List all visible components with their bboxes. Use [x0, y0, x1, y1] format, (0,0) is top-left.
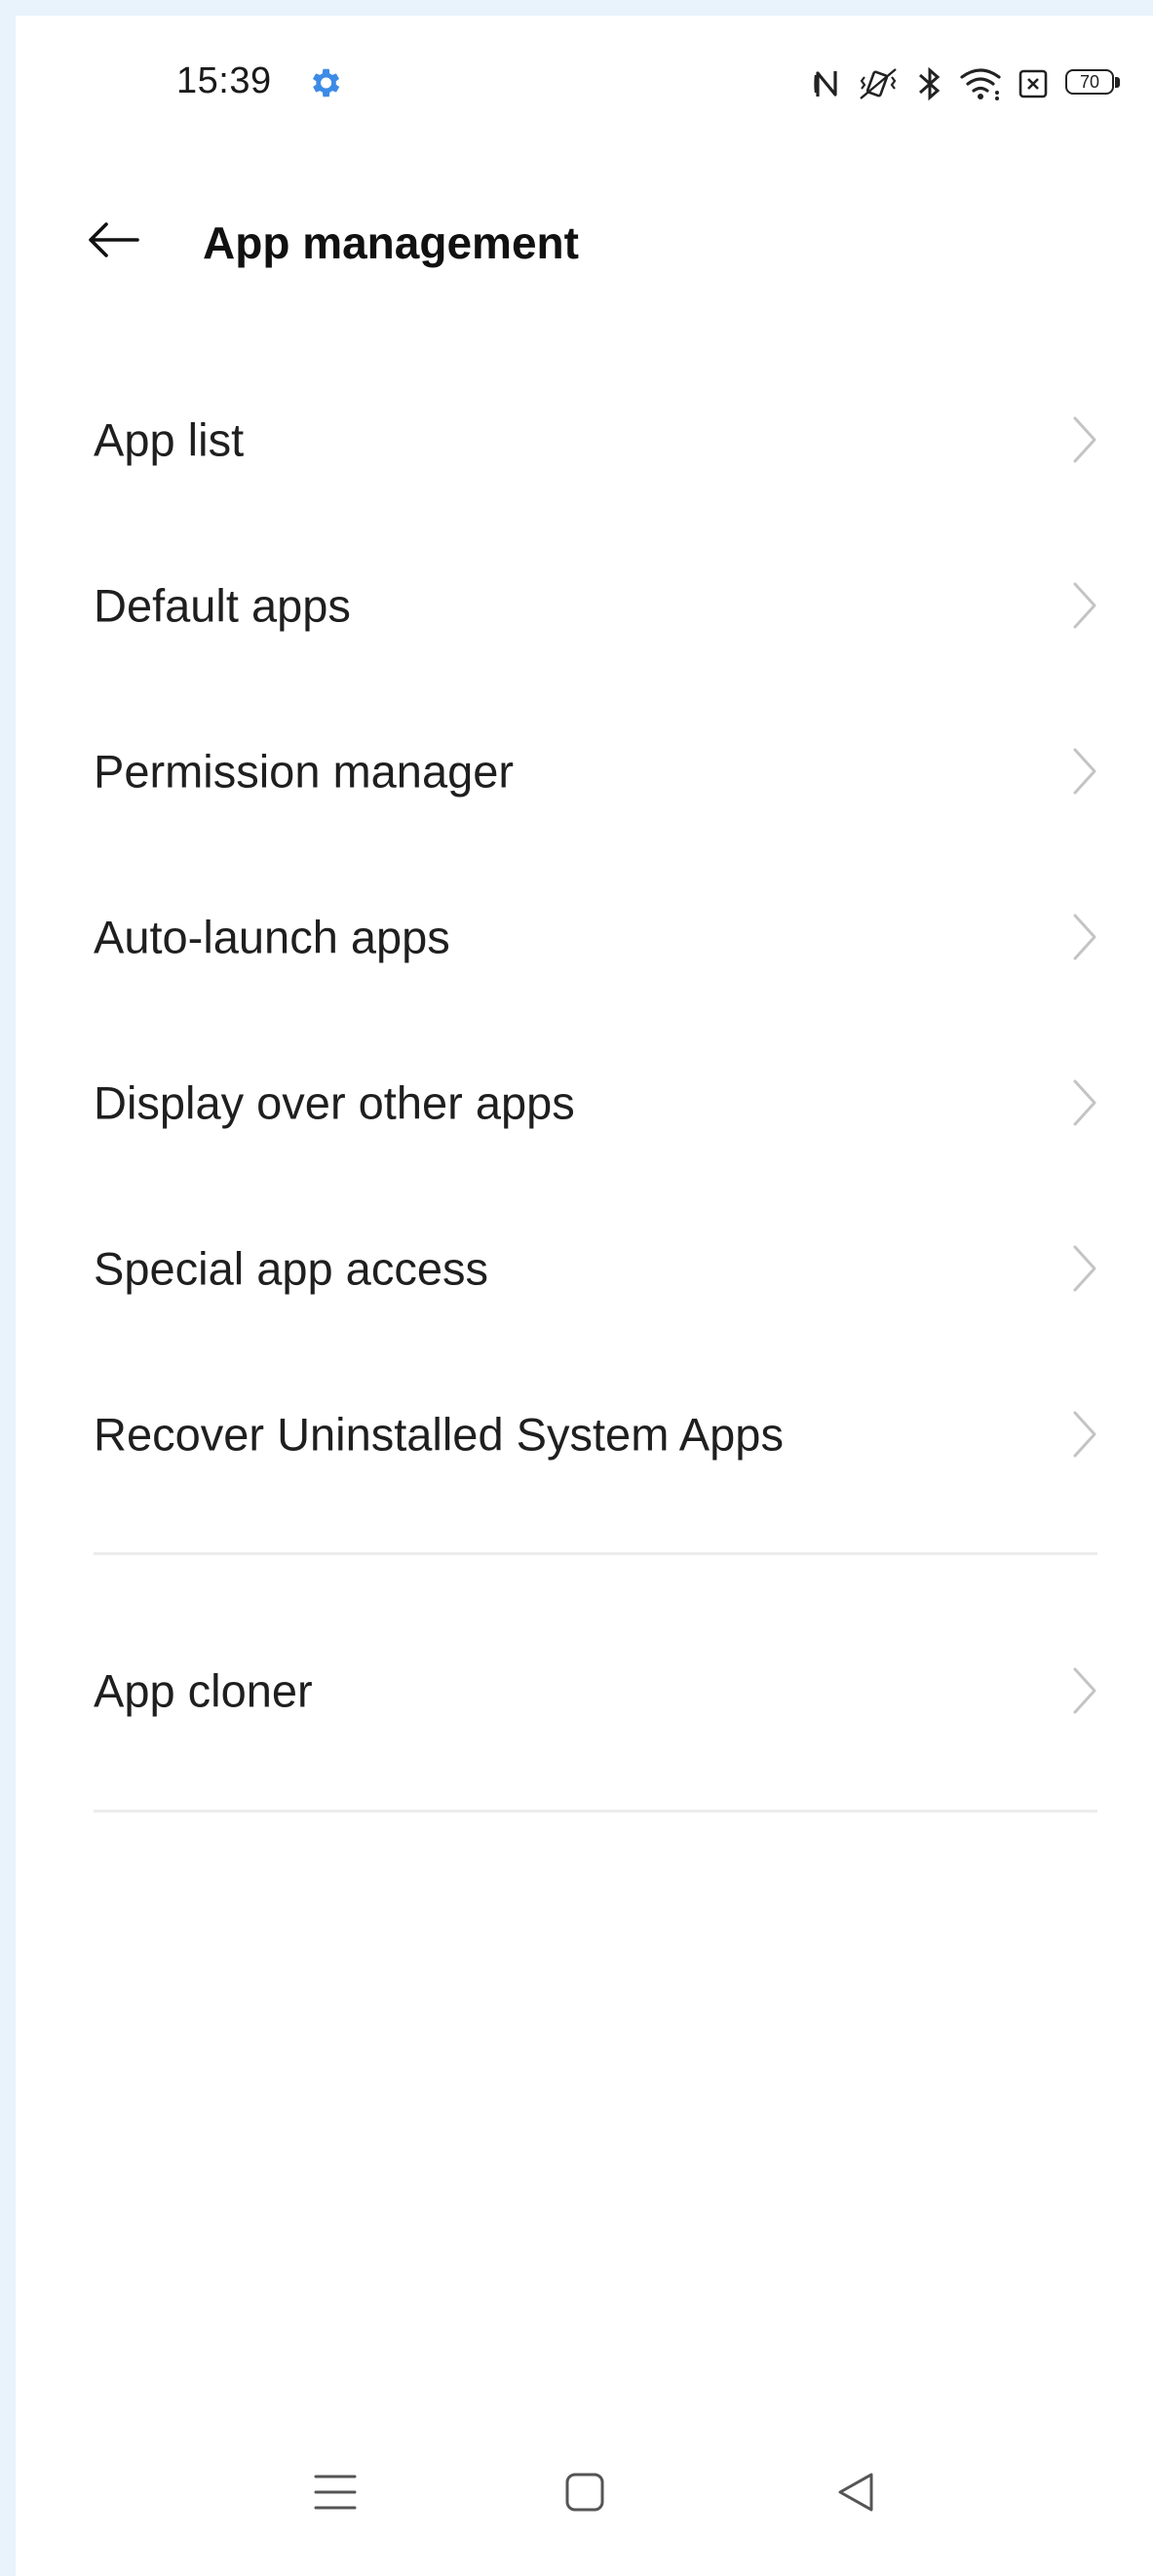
chevron-right-icon — [1073, 1079, 1096, 1126]
chevron-right-icon — [1073, 914, 1096, 960]
status-bar: 15:39 70 — [16, 16, 1153, 162]
chevron-right-icon — [1073, 1411, 1096, 1458]
status-icons: 70 — [814, 64, 1122, 103]
menu-item-label: Special app access — [94, 1242, 488, 1295]
back-triangle-icon — [838, 2473, 873, 2512]
menu-item-label: App cloner — [94, 1664, 313, 1717]
menu-item-label: Auto-launch apps — [94, 911, 450, 963]
menu-item-label: Recover Uninstalled System Apps — [94, 1408, 784, 1461]
chevron-right-icon — [1073, 582, 1096, 629]
bluetooth-icon — [919, 66, 941, 101]
vibrate-icon — [860, 68, 897, 99]
screen: 15:39 70 App management App list Default… — [16, 16, 1153, 2576]
page-title: App management — [203, 217, 579, 268]
frame-left-border — [0, 0, 16, 2576]
battery-level: 70 — [1079, 72, 1100, 92]
menu-item-app-cloner[interactable]: App cloner — [16, 1608, 1153, 1774]
settings-gear-icon — [312, 68, 340, 98]
menu-item-app-list[interactable]: App list — [16, 357, 1153, 523]
menu-item-special-app-access[interactable]: Special app access — [16, 1186, 1153, 1351]
arrow-left-icon — [89, 222, 139, 257]
menu-item-permission-manager[interactable]: Permission manager — [16, 688, 1153, 854]
back-nav-button[interactable] — [817, 2453, 895, 2531]
chevron-right-icon — [1073, 416, 1096, 463]
menu-item-auto-launch-apps[interactable]: Auto-launch apps — [16, 854, 1153, 1020]
menu-item-label: Permission manager — [94, 745, 515, 798]
recent-apps-button[interactable] — [296, 2453, 374, 2531]
sim-icon — [1018, 69, 1048, 98]
header: App management — [16, 181, 1153, 298]
chevron-right-icon — [1073, 748, 1096, 795]
menu-item-label: Default apps — [94, 579, 351, 632]
navigation-bar — [16, 2434, 1153, 2541]
chevron-right-icon — [1073, 1667, 1096, 1714]
nfc-icon — [814, 71, 837, 97]
menu-item-default-apps[interactable]: Default apps — [16, 523, 1153, 688]
menu-item-recover-uninstalled-system-apps[interactable]: Recover Uninstalled System Apps — [16, 1351, 1153, 1517]
status-time: 15:39 — [176, 60, 272, 101]
menu-item-display-over-other-apps[interactable]: Display over other apps — [16, 1020, 1153, 1186]
section-divider — [94, 1552, 1097, 1555]
chevron-right-icon — [1073, 1245, 1096, 1292]
home-button[interactable] — [546, 2453, 624, 2531]
menu-item-label: App list — [94, 413, 245, 466]
section-divider — [94, 1810, 1097, 1813]
menu-item-label: Display over other apps — [94, 1076, 575, 1129]
back-button[interactable] — [74, 201, 152, 279]
home-icon — [565, 2473, 604, 2512]
wifi-icon — [960, 68, 1001, 100]
battery-icon: 70 — [1065, 69, 1122, 98]
menu-icon — [314, 2475, 357, 2510]
frame-top-border — [0, 0, 1153, 16]
